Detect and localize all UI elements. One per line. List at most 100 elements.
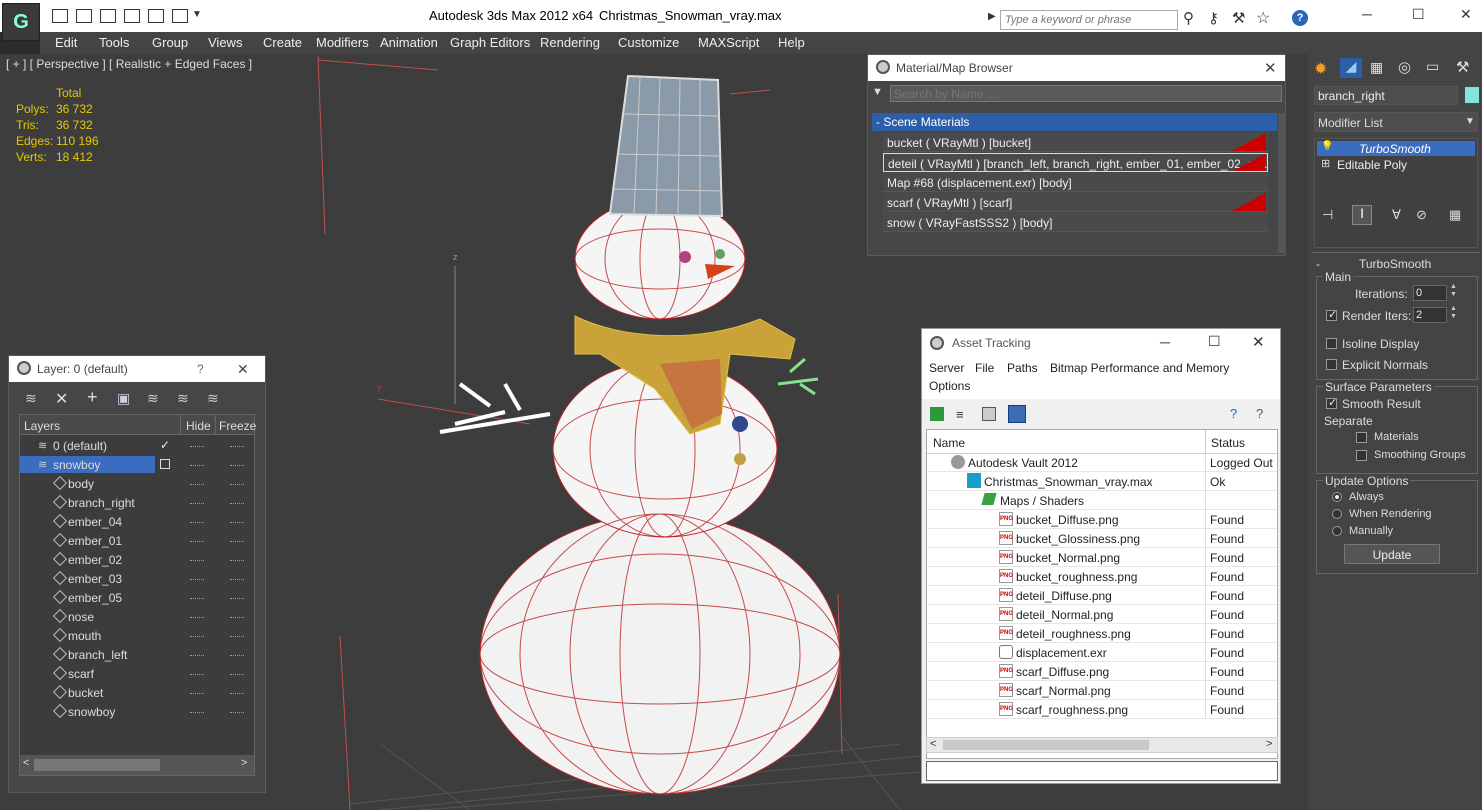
explicit-normals-checkbox[interactable] (1326, 359, 1337, 370)
hide-toggle[interactable] (190, 693, 204, 695)
select-objects-icon[interactable]: ▣ (117, 390, 130, 407)
create-tab-icon[interactable]: ✹ (1314, 59, 1327, 79)
minimize-icon[interactable]: ─ (1362, 6, 1372, 22)
freeze-toggle[interactable] (230, 655, 244, 657)
spinner-arrows-icon[interactable]: ▲ ▼ (1450, 305, 1457, 321)
render-iters-checkbox[interactable]: ✓ (1326, 309, 1337, 321)
maximize-icon[interactable]: ☐ (1208, 333, 1221, 350)
menu-graph-editors[interactable]: Graph Editors (450, 35, 530, 50)
search-arrow-icon[interactable]: ▶ (988, 11, 996, 22)
hide-toggle[interactable] (190, 617, 204, 619)
asset-row[interactable]: PNG bucket_Diffuse.png Found (927, 510, 1277, 529)
scroll-right-icon[interactable]: > (241, 757, 247, 769)
hide-toggle[interactable] (190, 636, 204, 638)
menu-help[interactable]: Help (778, 35, 805, 50)
menu-create[interactable]: Create (263, 35, 302, 50)
asset-row[interactable]: PNG deteil_Diffuse.png Found (927, 586, 1277, 605)
freeze-toggle[interactable] (230, 617, 244, 619)
menu-rendering[interactable]: Rendering (540, 35, 600, 50)
menu-maxscript[interactable]: MAXScript (698, 35, 759, 50)
set-current-layer-icon[interactable] (160, 459, 170, 469)
layer-object-row[interactable]: ember_01 (20, 531, 252, 550)
update-button[interactable]: Update (1344, 544, 1440, 564)
freeze-all-icon[interactable]: ≋ (207, 390, 219, 407)
freeze-toggle[interactable] (230, 712, 244, 714)
scroll-left-icon[interactable]: < (23, 757, 29, 769)
material-row[interactable]: scarf ( VRayMtl ) [scarf] (883, 193, 1268, 212)
settings-help-icon[interactable]: ? (1256, 406, 1263, 421)
options-dropdown-icon[interactable]: ▼ (872, 86, 883, 98)
select-layer-icon[interactable]: ≋ (147, 390, 159, 407)
modifier-list-dropdown[interactable]: Modifier List ▼ (1314, 112, 1478, 132)
minimize-icon[interactable]: ─ (1160, 334, 1170, 350)
menu-file[interactable]: File (975, 361, 994, 375)
menu-customize[interactable]: Customize (618, 35, 679, 50)
render-iters-spinner[interactable] (1413, 307, 1447, 323)
asset-path-field[interactable] (926, 761, 1278, 781)
scroll-left-icon[interactable]: < (930, 738, 936, 750)
table-view-icon[interactable] (1008, 405, 1026, 423)
qa-dropdown-icon[interactable]: ▼ (192, 9, 202, 20)
hide-toggle[interactable] (190, 674, 204, 676)
always-radio[interactable] (1332, 492, 1342, 502)
hide-toggle[interactable] (190, 560, 204, 562)
menu-views[interactable]: Views (208, 35, 242, 50)
hide-toggle[interactable] (190, 503, 204, 505)
hide-toggle[interactable] (190, 655, 204, 657)
scroll-thumb[interactable] (943, 740, 1149, 750)
asset-row[interactable]: PNG scarf_Normal.png Found (927, 681, 1277, 700)
asset-row[interactable]: PNG scarf_roughness.png Found (927, 700, 1277, 719)
layer-hscrollbar[interactable]: < > (20, 755, 254, 775)
hide-toggle[interactable] (190, 712, 204, 714)
material-search-input[interactable] (890, 85, 1282, 102)
help-icon[interactable]: ? (1230, 406, 1237, 421)
project-icon[interactable] (172, 9, 188, 23)
display-tab-icon[interactable]: ▭ (1426, 58, 1439, 75)
menu-modifiers[interactable]: Modifiers (316, 35, 369, 50)
menu-bitmap-performance[interactable]: Bitmap Performance and Memory (1050, 361, 1229, 375)
asset-row[interactable]: PNG bucket_Glossiness.png Found (927, 529, 1277, 548)
close-icon[interactable]: ✕ (1264, 59, 1277, 77)
layer-object-row[interactable]: nose (20, 607, 252, 626)
menu-server[interactable]: Server (929, 361, 964, 375)
smoothing-groups-checkbox[interactable] (1356, 450, 1367, 461)
asset-row[interactable]: PNG bucket_Normal.png Found (927, 548, 1277, 567)
col-status[interactable]: Status (1211, 436, 1245, 450)
freeze-toggle[interactable] (230, 522, 244, 524)
layer-object-row[interactable]: ember_02 (20, 550, 252, 569)
freeze-toggle[interactable] (230, 446, 244, 448)
add-to-layer-icon[interactable]: + (87, 387, 98, 408)
menu-group[interactable]: Group (152, 35, 188, 50)
close-icon[interactable]: ✕ (237, 361, 249, 378)
asset-row[interactable]: PNG deteil_Normal.png Found (927, 605, 1277, 624)
show-end-result-icon[interactable]: Ⅰ (1352, 205, 1372, 225)
layer-object-row[interactable]: bucket (20, 683, 252, 702)
hide-toggle[interactable] (190, 522, 204, 524)
hide-toggle[interactable] (190, 598, 204, 600)
isoline-checkbox[interactable] (1326, 338, 1337, 349)
current-layer-check-icon[interactable]: ✓ (160, 438, 170, 452)
freeze-toggle[interactable] (230, 636, 244, 638)
layer-object-row[interactable]: scarf (20, 664, 252, 683)
asset-row[interactable]: displacement.exr Found (927, 643, 1277, 662)
layer-object-row[interactable]: ember_03 (20, 569, 252, 588)
asset-row[interactable]: PNG scarf_Diffuse.png Found (927, 662, 1277, 681)
star-icon[interactable]: ☆ (1256, 8, 1270, 28)
remove-modifier-icon[interactable]: ⊘ (1416, 207, 1427, 223)
asset-row[interactable]: Maps / Shaders (927, 491, 1277, 510)
material-row[interactable]: deteil ( VRayMtl ) [branch_left, branch_… (883, 153, 1268, 172)
stack-item-editable-poly[interactable]: ⊞ Editable Poly (1317, 157, 1475, 172)
menu-options[interactable]: Options (929, 379, 970, 393)
col-freeze[interactable]: Freeze (219, 419, 256, 433)
modify-tab-icon[interactable]: ◢ (1340, 58, 1362, 78)
asset-row[interactable]: PNG bucket_roughness.png Found (927, 567, 1277, 586)
close-icon[interactable]: ✕ (1252, 333, 1265, 351)
search-input[interactable] (1000, 10, 1178, 30)
material-row[interactable]: snow ( VRayFastSSS2 ) [body] (883, 213, 1268, 232)
hide-all-icon[interactable]: ≋ (177, 390, 189, 407)
expand-icon[interactable]: ⊞ (1321, 157, 1330, 170)
layer-object-row[interactable]: ember_05 (20, 588, 252, 607)
layer-object-row[interactable]: ember_04 (20, 512, 252, 531)
material-row[interactable]: Map #68 (displacement.exr) [body] (883, 173, 1268, 192)
material-scrollbar[interactable] (1278, 113, 1286, 253)
